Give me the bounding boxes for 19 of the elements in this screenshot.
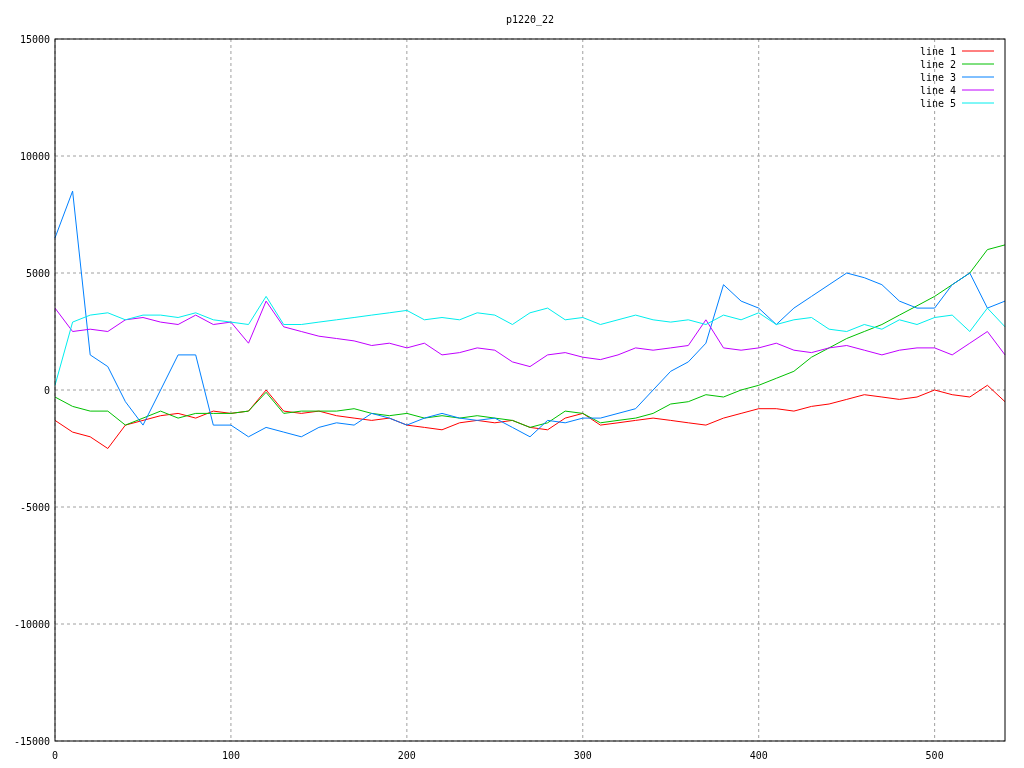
y-tick-label: 5000 <box>25 268 50 279</box>
y-tick-label: 15000 <box>19 34 50 45</box>
legend-label: line 2 <box>919 59 956 70</box>
y-tick-label: -5000 <box>19 502 50 513</box>
x-tick-label: 100 <box>221 750 240 761</box>
x-tick-label: 400 <box>749 750 768 761</box>
legend-label: line 4 <box>919 85 956 96</box>
legend-label: line 5 <box>919 98 956 109</box>
y-tick-label: -15000 <box>13 736 50 747</box>
y-tick-label: 10000 <box>19 151 50 162</box>
chart-title: p1220_22 <box>505 14 555 25</box>
y-tick-label: 0 <box>43 385 50 396</box>
y-tick-label: -10000 <box>13 619 50 630</box>
legend-label: line 1 <box>919 46 956 57</box>
legend-label: line 3 <box>919 72 956 83</box>
x-tick-label: 0 <box>52 750 58 761</box>
x-tick-label: 200 <box>397 750 416 761</box>
x-tick-label: 300 <box>573 750 592 761</box>
x-tick-label: 500 <box>925 750 944 761</box>
